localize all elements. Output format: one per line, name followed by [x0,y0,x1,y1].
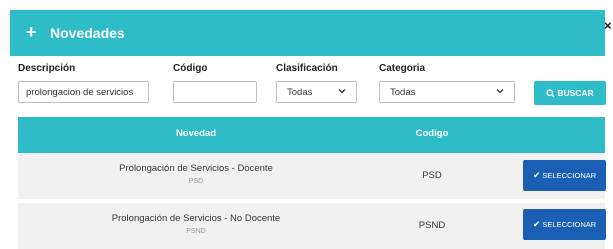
buscar-label: BUSCAR [557,88,594,98]
seleccionar-label: SELECCIONAR [542,171,597,180]
codigo-label: Código [173,63,208,74]
descripcion-field[interactable] [18,81,149,103]
row-subcode: PSND [186,228,206,235]
check-icon: ✔ [532,170,541,180]
seleccionar-button[interactable]: ✔ SELECCIONAR [523,209,606,240]
column-header-novedad: Novedad [175,128,217,139]
clasificacion-select[interactable]: Todas [276,81,357,103]
modal-header: + Novedades [10,10,605,56]
buscar-button[interactable]: BUSCAR [534,81,606,105]
table-row: Prolongación de Servicios - Docente PSD … [18,153,606,199]
codigo-input[interactable] [174,82,256,102]
codigo-field[interactable] [173,81,257,103]
row-code: PSD [422,170,442,181]
descripcion-label: Descripción [18,63,76,74]
search-icon [546,88,555,98]
plus-icon: + [26,22,37,42]
chevron-down-icon [496,89,504,94]
categoria-select[interactable]: Todas [379,81,515,103]
clasificacion-label: Clasificación [276,63,338,74]
categoria-label: Categoria [379,63,426,74]
table-row: Prolongación de Servicios - No Docente P… [18,203,606,249]
descripcion-input[interactable] [19,82,148,102]
categoria-value: Todas [390,87,416,98]
chevron-down-icon [338,89,346,94]
seleccionar-button[interactable]: ✔ SELECCIONAR [523,160,606,191]
seleccionar-label: SELECCIONAR [542,220,597,229]
row-code: PSND [418,220,446,231]
modal-title: Novedades [50,25,125,41]
row-description: Prolongación de Servicios - No Docente [111,213,281,224]
row-description: Prolongación de Servicios - Docente [119,163,273,174]
row-subcode: PSD [188,178,204,185]
close-icon[interactable]: × [604,18,612,33]
clasificacion-value: Todas [287,87,313,98]
column-header-codigo: Codigo [415,128,449,139]
table-header: Novedad Codigo [18,117,605,153]
check-icon: ✔ [532,219,541,229]
